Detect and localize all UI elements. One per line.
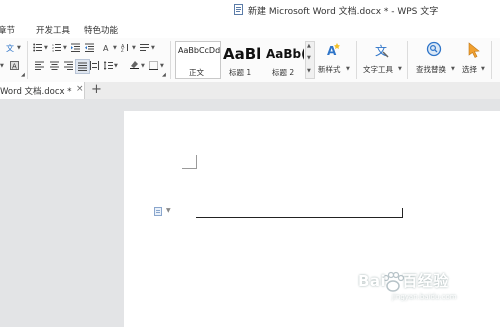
menu-tab-features[interactable]: 特色功能 xyxy=(84,24,118,36)
divider xyxy=(356,41,357,79)
chevron-down-icon[interactable]: ▼ xyxy=(113,45,117,51)
chevron-down-icon[interactable]: ▼ xyxy=(481,66,485,72)
divider xyxy=(170,41,171,79)
increase-indent-icon[interactable] xyxy=(85,43,94,52)
line-spacing-icon[interactable] xyxy=(104,61,113,70)
chevron-down-icon[interactable]: ▼ xyxy=(166,207,171,214)
sort-icon[interactable]: AZ xyxy=(121,43,130,52)
svg-text:A: A xyxy=(103,44,109,52)
divider xyxy=(491,41,492,79)
watermark-url: jingyan.baidu.com xyxy=(392,293,457,301)
style-name: 标题 1 xyxy=(229,68,252,77)
chevron-down-icon[interactable]: ▼ xyxy=(44,45,48,51)
document-tab-strip: Word 文档.docx * × + xyxy=(0,82,500,100)
watermark-logo: Bai 百经验 xyxy=(358,272,449,290)
numbered-list-icon[interactable]: 1 2 3 xyxy=(52,43,61,52)
align-center-icon[interactable] xyxy=(50,61,59,70)
new-style-label[interactable]: 新样式 xyxy=(318,64,341,75)
chevron-down-icon[interactable]: ▼ xyxy=(160,63,164,69)
svg-text:Z: Z xyxy=(121,48,124,52)
close-icon[interactable]: × xyxy=(76,84,84,94)
new-style-icon[interactable]: A xyxy=(325,42,341,58)
margin-corner-mark xyxy=(182,155,197,169)
ribbon-toolbar: 文 ▼ ▼ A ◢ ▼ 1 2 3 ▼ A ▼ AZ ▼ ▼ ▼ ▼ ▼ ◢ A… xyxy=(0,38,500,83)
bullet-list-icon[interactable] xyxy=(33,43,42,52)
document-icon xyxy=(234,4,243,15)
style-sample: AaBl xyxy=(223,45,262,63)
style-name: 正文 xyxy=(189,68,204,77)
text-direction-icon[interactable]: A xyxy=(103,43,112,52)
title-bar: 新建 Microsoft Word 文档.docx * - WPS 文字 xyxy=(0,0,500,20)
document-tab[interactable]: Word 文档.docx * × xyxy=(0,82,85,99)
select-label[interactable]: 选择 xyxy=(462,64,477,75)
style-sample: AaBb( xyxy=(266,47,304,61)
svg-text:A: A xyxy=(12,63,17,71)
justify-button[interactable] xyxy=(75,59,90,74)
borders-icon[interactable] xyxy=(149,61,158,70)
find-replace-label[interactable]: 查找替换 xyxy=(416,64,446,75)
chevron-down-icon[interactable]: ▼ xyxy=(346,66,350,72)
menu-tab-developer[interactable]: 开发工具 xyxy=(36,24,70,36)
style-heading-1[interactable]: AaBl 标题 1 xyxy=(220,41,264,79)
text-tools-label[interactable]: 文字工具 xyxy=(363,64,393,75)
window-title: 新建 Microsoft Word 文档.docx * - WPS 文字 xyxy=(248,7,439,17)
new-tab-button[interactable]: + xyxy=(91,82,102,98)
divider xyxy=(407,41,408,79)
dialog-launcher-icon[interactable]: ◢ xyxy=(162,72,166,78)
distributed-align-icon[interactable] xyxy=(90,61,99,70)
chevron-down-icon[interactable]: ▼ xyxy=(17,45,21,51)
show-marks-icon[interactable] xyxy=(140,43,149,52)
character-border-icon[interactable]: A xyxy=(10,61,19,70)
dialog-launcher-icon[interactable]: ◢ xyxy=(21,72,25,78)
style-normal[interactable]: AaBbCcDd 正文 xyxy=(175,41,221,79)
menu-bar: 章节 开发工具 特色功能 xyxy=(0,20,500,38)
text-field-underline[interactable] xyxy=(196,208,403,218)
chevron-down-icon[interactable]: ▼ xyxy=(451,66,455,72)
chevron-down-icon[interactable]: ▼ xyxy=(0,63,4,69)
justify-icon xyxy=(78,62,87,71)
svg-text:文: 文 xyxy=(375,43,387,58)
select-cursor-icon[interactable] xyxy=(467,42,481,58)
align-left-icon[interactable] xyxy=(35,61,44,70)
style-heading-2[interactable]: AaBb( 标题 2 xyxy=(263,41,305,79)
style-gallery-scroll[interactable]: ▲ ▼ ▼ xyxy=(305,41,315,79)
menu-tab-chapter[interactable]: 章节 xyxy=(0,24,15,36)
find-replace-icon[interactable] xyxy=(426,41,443,58)
divider xyxy=(27,41,28,79)
svg-text:3: 3 xyxy=(52,49,54,52)
text-tools-icon[interactable]: 文 xyxy=(374,42,390,58)
gallery-expand-icon[interactable]: ▼ xyxy=(307,68,311,74)
paragraph-layout-icon[interactable] xyxy=(154,207,162,216)
chevron-down-icon[interactable]: ▼ xyxy=(398,66,402,72)
style-sample: AaBbCcDd xyxy=(178,46,220,55)
scroll-down-icon[interactable]: ▼ xyxy=(307,55,311,61)
decrease-indent-icon[interactable] xyxy=(71,43,80,52)
chevron-down-icon[interactable]: ▼ xyxy=(151,45,155,51)
svg-text:文: 文 xyxy=(6,43,14,52)
chevron-down-icon[interactable]: ▼ xyxy=(114,63,118,69)
chevron-down-icon[interactable]: ▼ xyxy=(141,63,145,69)
align-right-icon[interactable] xyxy=(64,61,73,70)
shading-icon[interactable] xyxy=(130,60,139,69)
phonetic-guide-icon[interactable]: 文 xyxy=(6,43,15,52)
chevron-down-icon[interactable]: ▼ xyxy=(132,45,136,51)
chevron-down-icon[interactable]: ▼ xyxy=(63,45,67,51)
style-name: 标题 2 xyxy=(272,68,295,77)
scroll-up-icon[interactable]: ▲ xyxy=(307,43,311,49)
document-tab-label[interactable]: Word 文档.docx * xyxy=(0,85,72,97)
